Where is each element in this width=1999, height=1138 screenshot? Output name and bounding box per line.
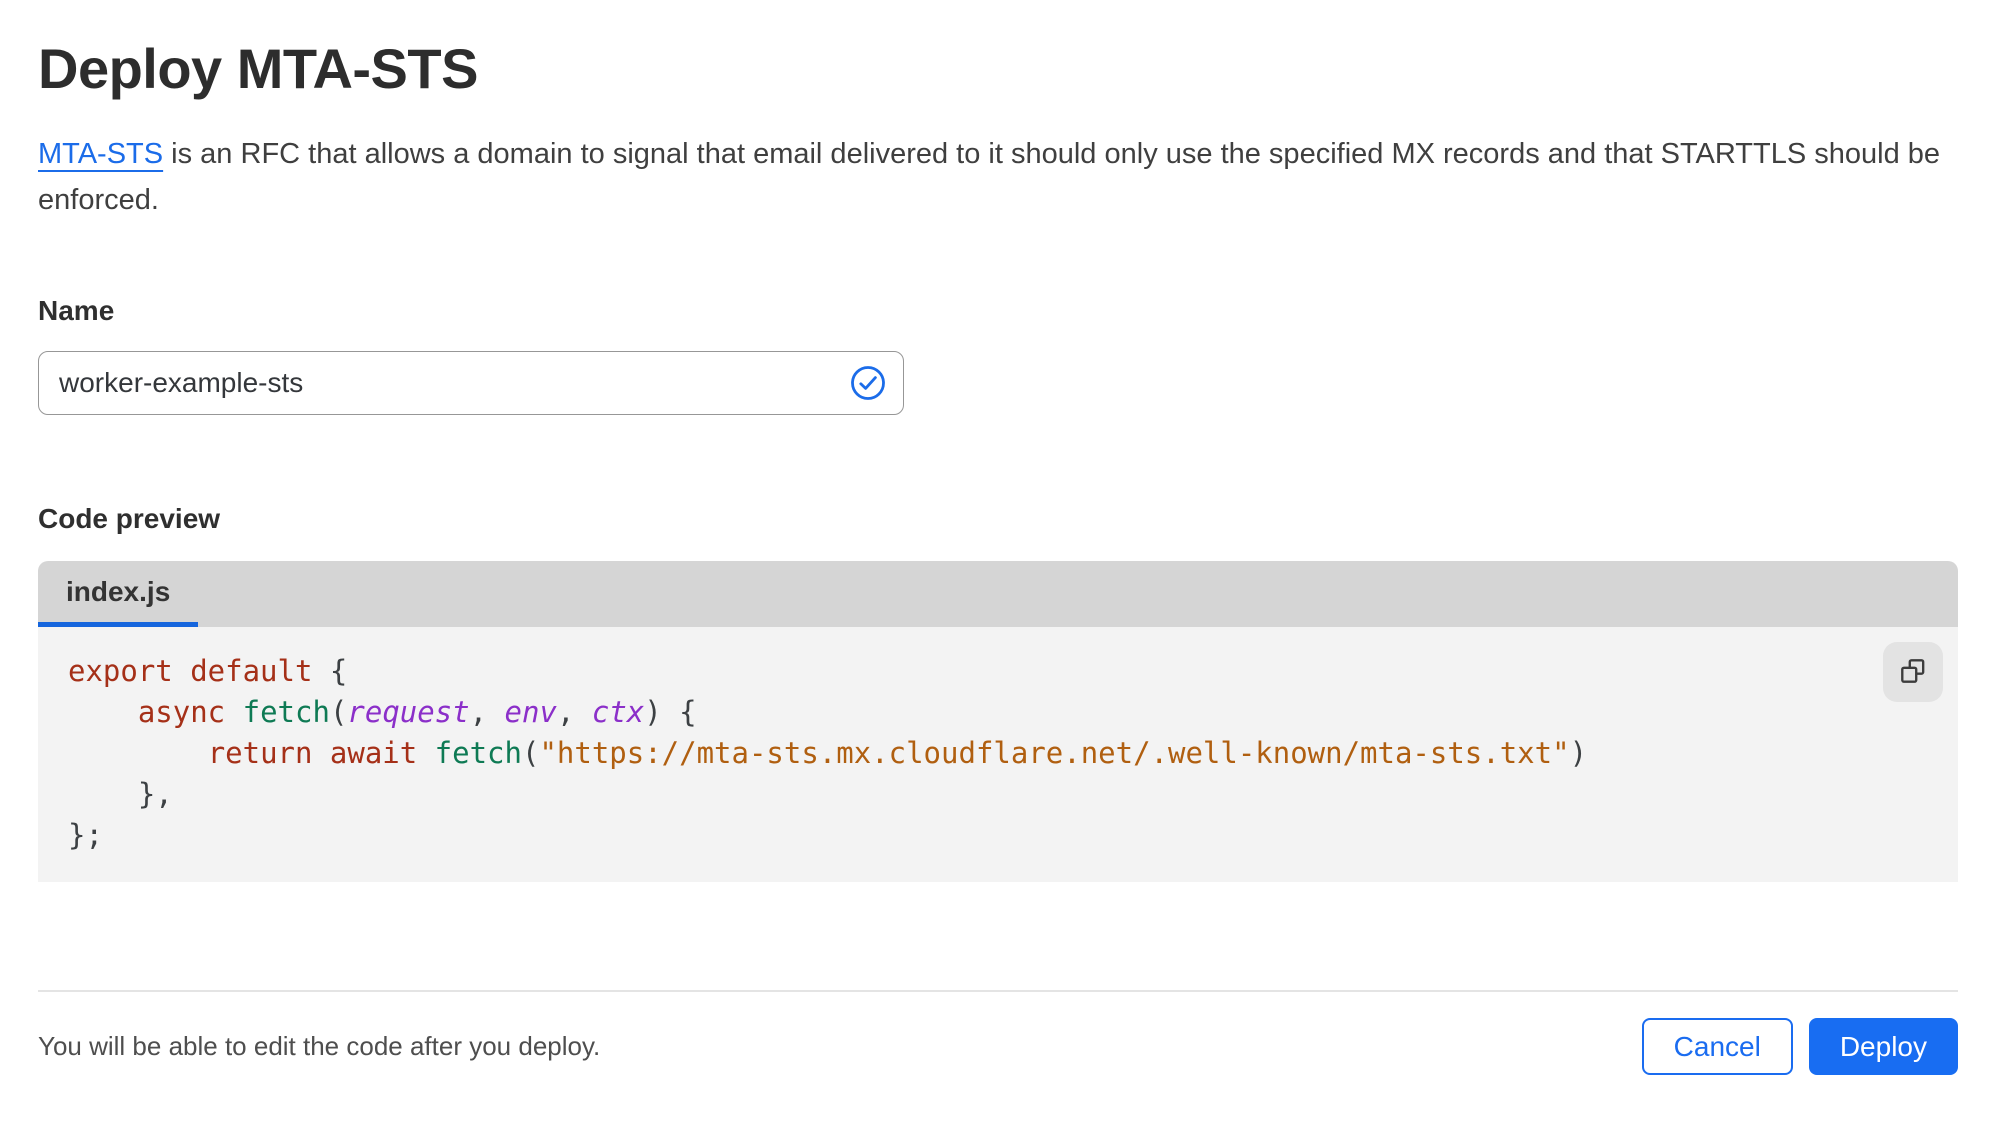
deploy-button[interactable]: Deploy bbox=[1808, 1018, 1958, 1075]
deploy-mta-sts-page: Deploy MTA-STS MTA-STS is an RFC that al… bbox=[0, 0, 1999, 1138]
tab-label: index.js bbox=[66, 575, 171, 607]
footer: You will be able to edit the code after … bbox=[38, 1018, 1958, 1075]
cancel-button[interactable]: Cancel bbox=[1641, 1018, 1793, 1075]
name-input[interactable] bbox=[38, 351, 904, 415]
mta-sts-link[interactable]: MTA-STS bbox=[38, 138, 163, 170]
code-preview-label: Code preview bbox=[38, 503, 221, 534]
copy-code-button[interactable] bbox=[1883, 642, 1943, 702]
copy-icon bbox=[1898, 656, 1928, 689]
name-input-wrap bbox=[38, 351, 904, 415]
code-line: }, bbox=[68, 777, 173, 811]
code-line: async fetch(request, env, ctx) { bbox=[137, 695, 697, 729]
footer-divider bbox=[38, 990, 1958, 992]
code-line: return await fetch("https://mta-sts.mx.c… bbox=[207, 736, 1588, 770]
name-label: Name bbox=[38, 295, 115, 326]
check-circle-icon bbox=[848, 363, 888, 403]
footer-note: You will be able to edit the code after … bbox=[38, 1031, 601, 1061]
tab-index-js[interactable]: index.js bbox=[38, 561, 199, 627]
description-text: is an RFC that allows a domain to signal… bbox=[38, 138, 1941, 216]
footer-buttons: Cancel Deploy bbox=[1641, 1018, 1958, 1075]
code-line: export default { bbox=[68, 654, 348, 688]
code-content: export default { async fetch(request, en… bbox=[68, 651, 1858, 856]
description: MTA-STS is an RFC that allows a domain t… bbox=[38, 131, 1948, 223]
code-line: }; bbox=[68, 818, 103, 852]
code-panel: index.js export default { async fetch(re… bbox=[38, 561, 1958, 882]
code-body: export default { async fetch(request, en… bbox=[38, 627, 1958, 882]
page-title: Deploy MTA-STS bbox=[38, 37, 478, 100]
code-tab-bar: index.js bbox=[38, 561, 1958, 627]
